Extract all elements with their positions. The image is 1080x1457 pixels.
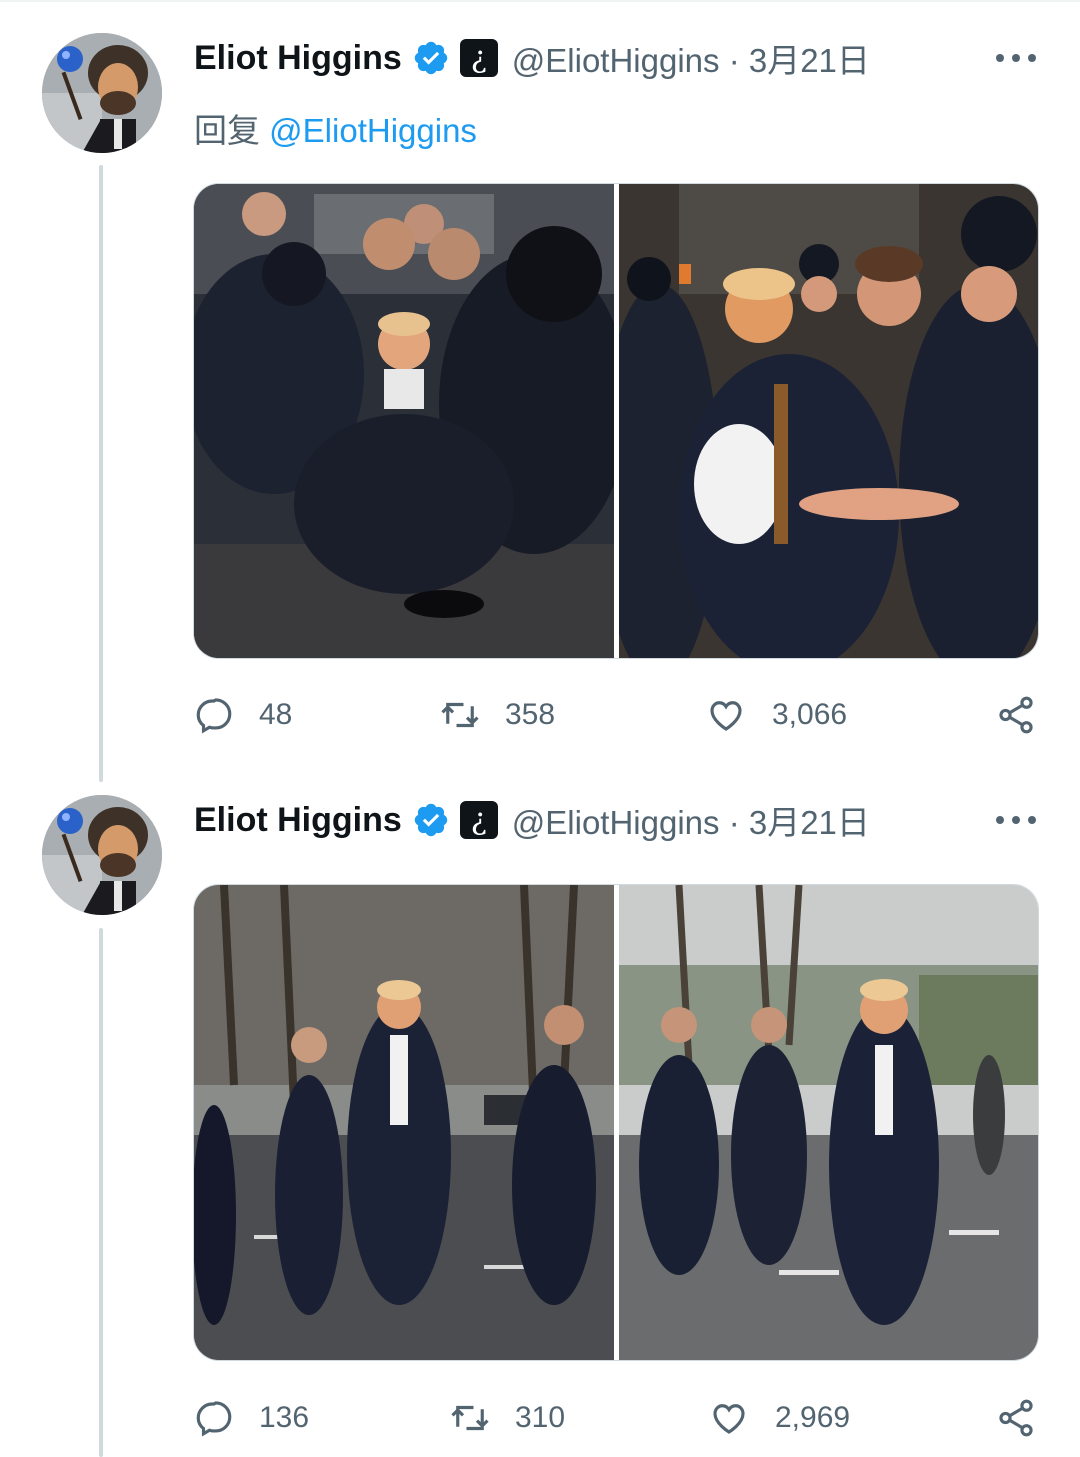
like-count: 3,066	[772, 698, 848, 731]
thread-connector	[99, 165, 103, 782]
affiliate-badge: ¿	[459, 801, 498, 839]
author-handle-date[interactable]: @EliotHiggins · 3月21日	[512, 34, 870, 82]
reply-icon	[196, 698, 232, 734]
retweet-icon	[451, 1405, 489, 1431]
top-divider	[0, 0, 1080, 2]
more-icon[interactable]	[996, 48, 1036, 68]
reply-mention-link[interactable]: @EliotHiggins	[269, 112, 477, 149]
reply-prefix: 回复	[194, 112, 270, 149]
reply-button[interactable]: 48	[193, 690, 292, 740]
retweet-count: 310	[515, 1401, 566, 1434]
tweet-actions: 136 310 2,969	[193, 1393, 1039, 1443]
reply-context: 回复 @EliotHiggins	[194, 104, 477, 152]
tweet-media[interactable]	[193, 183, 1039, 659]
verified-badge-icon	[412, 801, 450, 839]
police-scuffle-image-left[interactable]	[194, 184, 614, 658]
police-scuffle-image-right[interactable]	[619, 184, 1038, 658]
avatar[interactable]	[42, 795, 162, 915]
share-button[interactable]	[995, 1393, 1061, 1443]
retweet-button[interactable]: 310	[449, 1393, 565, 1443]
like-button[interactable]: 2,969	[707, 1393, 850, 1443]
share-icon	[999, 696, 1033, 734]
thread-connector	[99, 928, 103, 1457]
like-icon	[710, 701, 742, 731]
author-name[interactable]: Eliot Higgins	[194, 801, 402, 840]
retweet-count: 358	[505, 698, 556, 731]
reply-count: 48	[259, 698, 293, 731]
tweet-actions: 48 358 3,066	[193, 690, 1039, 740]
share-icon	[999, 1399, 1033, 1437]
like-icon	[713, 1404, 745, 1434]
retweet-icon	[441, 702, 479, 728]
share-button[interactable]	[995, 690, 1061, 740]
running-image-left[interactable]	[194, 885, 614, 1360]
author-handle-date[interactable]: @EliotHiggins · 3月21日	[512, 796, 870, 844]
reply-button[interactable]: 136	[193, 1393, 309, 1443]
tweet-header: Eliot Higgins ¿ @EliotHiggins · 3月21日	[194, 33, 870, 83]
retweet-button[interactable]: 358	[439, 690, 555, 740]
avatar[interactable]	[42, 33, 162, 153]
verified-badge-icon	[412, 39, 450, 77]
reply-count: 136	[259, 1401, 310, 1434]
reply-icon	[196, 1401, 232, 1437]
tweet-header: Eliot Higgins ¿ @EliotHiggins · 3月21日	[194, 795, 870, 845]
like-count: 2,969	[775, 1401, 851, 1434]
tweet-media[interactable]	[193, 884, 1039, 1361]
running-image-right[interactable]	[619, 885, 1038, 1360]
more-icon[interactable]	[996, 810, 1036, 830]
like-button[interactable]: 3,066	[704, 690, 847, 740]
author-name[interactable]: Eliot Higgins	[194, 39, 402, 78]
affiliate-badge: ¿	[459, 39, 498, 77]
